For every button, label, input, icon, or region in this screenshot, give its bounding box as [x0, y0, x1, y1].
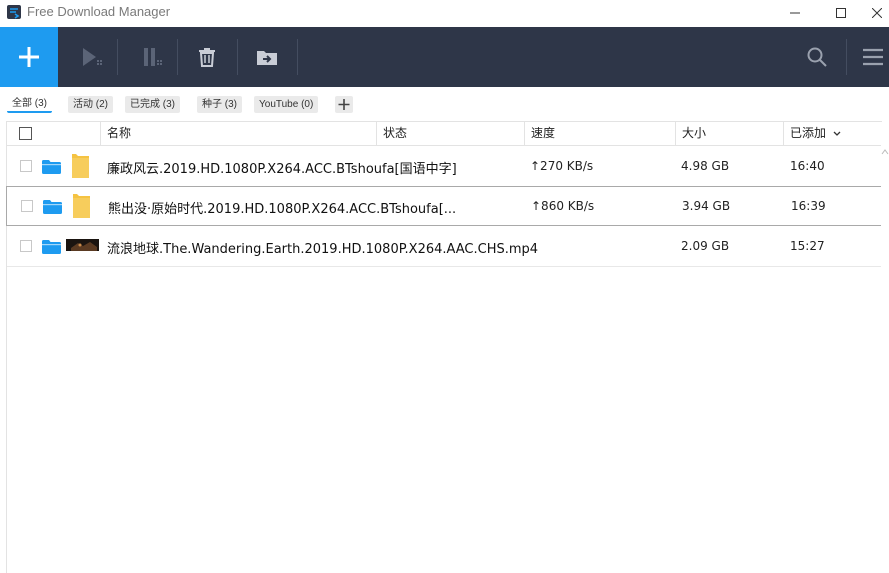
- plus-icon: [338, 99, 350, 110]
- open-folder-icon[interactable]: [42, 240, 61, 254]
- delete-button[interactable]: [187, 37, 227, 77]
- open-folder-icon[interactable]: [42, 160, 61, 174]
- filter-youtube[interactable]: YouTube (0): [254, 96, 319, 113]
- download-speed: ↑860 KB/s: [531, 199, 595, 213]
- column-size[interactable]: 大小: [675, 122, 784, 145]
- filter-torrents[interactable]: 种子 (3): [197, 96, 242, 113]
- column-added[interactable]: 已添加: [783, 122, 883, 145]
- close-icon: [871, 8, 882, 18]
- maximize-icon: [836, 8, 846, 18]
- add-filter-button[interactable]: [335, 96, 353, 113]
- maximize-button[interactable]: [818, 0, 864, 26]
- minimize-button[interactable]: [772, 0, 818, 26]
- move-to-button[interactable]: [247, 37, 287, 77]
- plus-icon: [19, 47, 39, 67]
- toolbar: [0, 27, 889, 87]
- folder-thumbnail-icon: [72, 154, 89, 178]
- toolbar-separator: [117, 39, 118, 75]
- row-checkbox[interactable]: [20, 160, 32, 172]
- add-download-button[interactable]: [0, 27, 58, 87]
- close-button[interactable]: [864, 0, 889, 26]
- download-size: 4.98 GB: [681, 159, 730, 173]
- toolbar-separator: [177, 39, 178, 75]
- row-checkbox[interactable]: [20, 240, 32, 252]
- folder-move-icon: [257, 51, 277, 65]
- download-added-time: 16:39: [791, 199, 826, 213]
- search-icon: [807, 47, 827, 67]
- download-size: 2.09 GB: [681, 239, 730, 253]
- video-thumbnail-image: [66, 239, 99, 251]
- filter-all[interactable]: 全部 (3): [7, 96, 52, 113]
- download-row[interactable]: 廉政风云.2019.HD.1080P.X264.ACC.BTshoufa[国语中…: [7, 146, 882, 187]
- pause-icon: [144, 48, 162, 66]
- download-name: 熊出没·原始时代.2019.HD.1080P.X264.ACC.BTshoufa…: [108, 202, 457, 217]
- open-folder-icon[interactable]: [43, 200, 62, 214]
- column-added-label: 已添加: [790, 126, 827, 140]
- filter-completed[interactable]: 已完成 (3): [125, 96, 180, 113]
- download-row[interactable]: 熊出没·原始时代.2019.HD.1080P.X264.ACC.BTshoufa…: [6, 186, 883, 226]
- menu-button[interactable]: [857, 37, 889, 77]
- search-button[interactable]: [797, 37, 837, 77]
- sort-descending-icon: [833, 131, 841, 136]
- select-all-checkbox[interactable]: [19, 127, 32, 140]
- app-title: Free Download Manager: [27, 4, 171, 19]
- download-added-time: 16:40: [790, 159, 825, 173]
- minimize-icon: [790, 12, 800, 14]
- resume-button[interactable]: [72, 37, 112, 77]
- row-checkbox[interactable]: [21, 200, 33, 212]
- list-header: 名称 状态 速度 大小 已添加: [7, 122, 882, 146]
- trash-icon: [199, 48, 215, 67]
- hamburger-menu-icon: [863, 48, 883, 66]
- play-icon: [83, 48, 102, 66]
- download-added-time: 15:27: [790, 239, 825, 253]
- title-bar: Free Download Manager: [0, 0, 889, 26]
- toolbar-separator: [237, 39, 238, 75]
- column-status[interactable]: 状态: [376, 122, 524, 145]
- column-speed[interactable]: 速度: [524, 122, 675, 145]
- download-row[interactable]: 流浪地球.The.Wandering.Earth.2019.HD.1080P.X…: [7, 226, 882, 267]
- scrollbar[interactable]: [881, 144, 889, 572]
- download-name: 流浪地球.The.Wandering.Earth.2019.HD.1080P.X…: [107, 242, 539, 257]
- scroll-up-arrow-icon[interactable]: [881, 148, 889, 156]
- pause-button[interactable]: [132, 37, 172, 77]
- folder-thumbnail-icon: [73, 194, 90, 218]
- toolbar-separator: [297, 39, 298, 75]
- download-name: 廉政风云.2019.HD.1080P.X264.ACC.BTshoufa[国语中…: [107, 162, 457, 177]
- download-list: 名称 状态 速度 大小 已添加 廉政风云.2019.HD.1080P.X264.…: [6, 121, 883, 573]
- app-logo-icon: [7, 5, 21, 19]
- column-name[interactable]: 名称: [100, 122, 377, 145]
- toolbar-separator: [846, 39, 847, 75]
- download-speed: ↑270 KB/s: [530, 159, 594, 173]
- download-size: 3.94 GB: [682, 199, 731, 213]
- filter-active[interactable]: 活动 (2): [68, 96, 113, 113]
